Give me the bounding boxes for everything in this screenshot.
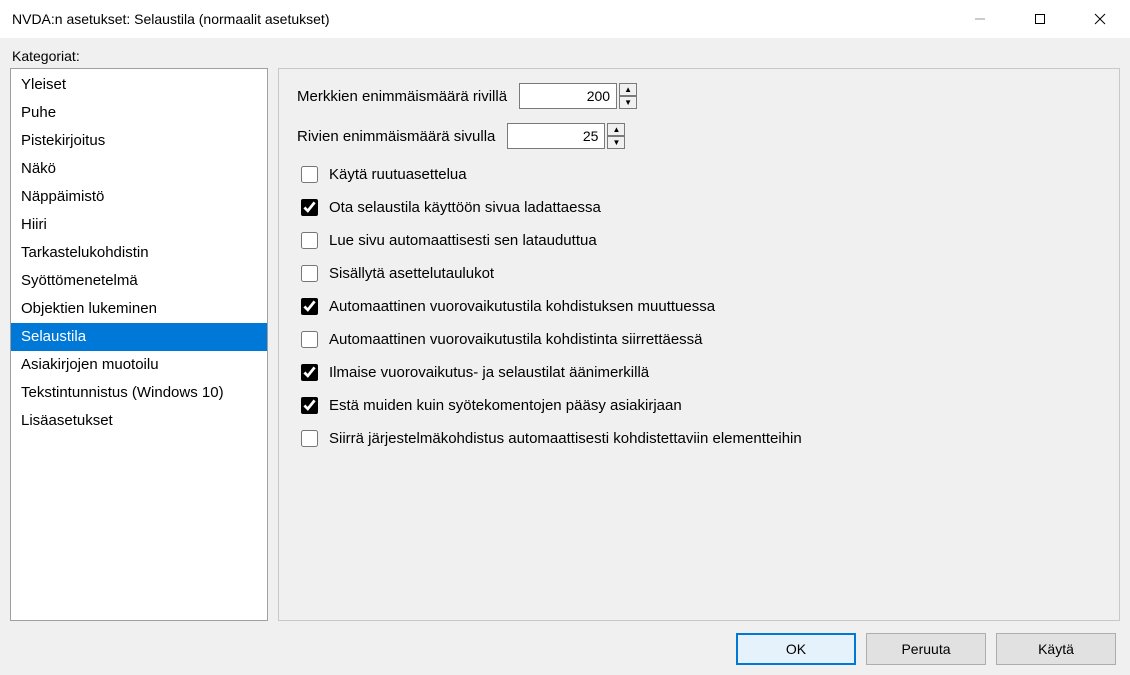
checkbox-row: Sisällytä asettelutaulukot [297, 262, 1101, 285]
max-rows-row: Rivien enimmäismäärä sivulla ▲ ▼ [297, 123, 1101, 149]
max-chars-row: Merkkien enimmäismäärä rivillä ▲ ▼ [297, 83, 1101, 109]
checkbox-row: Käytä ruutuasettelua [297, 163, 1101, 186]
titlebar: NVDA:n asetukset: Selaustila (normaalit … [0, 0, 1130, 38]
checkbox[interactable] [301, 364, 318, 381]
max-chars-down[interactable]: ▼ [619, 96, 637, 109]
window-title: NVDA:n asetukset: Selaustila (normaalit … [12, 11, 329, 27]
category-item[interactable]: Syöttömenetelmä [11, 267, 267, 295]
checkbox-label: Siirrä järjestelmäkohdistus automaattise… [329, 430, 802, 447]
checkbox-row: Automaattinen vuorovaikutustila kohdistu… [297, 295, 1101, 318]
checkbox-label: Ota selaustila käyttöön sivua ladattaess… [329, 199, 601, 216]
max-rows-up[interactable]: ▲ [607, 123, 625, 136]
max-chars-input[interactable] [519, 83, 617, 109]
category-item[interactable]: Tekstintunnistus (Windows 10) [11, 379, 267, 407]
maximize-button[interactable] [1010, 0, 1070, 38]
category-item[interactable]: Asiakirjojen muotoilu [11, 351, 267, 379]
checkbox-row: Ilmaise vuorovaikutus- ja selaustilat ää… [297, 361, 1101, 384]
button-bar: OK Peruuta Käytä [10, 621, 1120, 665]
category-item[interactable]: Objektien lukeminen [11, 295, 267, 323]
checkbox-row: Lue sivu automaattisesti sen latauduttua [297, 229, 1101, 252]
settings-panel: Merkkien enimmäismäärä rivillä ▲ ▼ Rivie… [278, 68, 1120, 621]
checkbox[interactable] [301, 430, 318, 447]
checkbox[interactable] [301, 166, 318, 183]
checkbox[interactable] [301, 331, 318, 348]
max-chars-spinner: ▲ ▼ [519, 83, 637, 109]
max-rows-spinner: ▲ ▼ [507, 123, 625, 149]
cancel-button[interactable]: Peruuta [866, 633, 986, 665]
categories-label: Kategoriat: [12, 48, 1120, 64]
max-rows-label: Rivien enimmäismäärä sivulla [297, 128, 495, 145]
max-rows-input[interactable] [507, 123, 605, 149]
checkbox-label: Automaattinen vuorovaikutustila kohdistu… [329, 298, 715, 315]
checkbox-label: Sisällytä asettelutaulukot [329, 265, 494, 282]
category-item[interactable]: Pistekirjoitus [11, 127, 267, 155]
max-chars-label: Merkkien enimmäismäärä rivillä [297, 88, 507, 105]
max-rows-down[interactable]: ▼ [607, 136, 625, 149]
checkbox[interactable] [301, 199, 318, 216]
checkbox-label: Estä muiden kuin syötekomentojen pääsy a… [329, 397, 682, 414]
minimize-button[interactable] [950, 0, 1010, 38]
checkbox[interactable] [301, 397, 318, 414]
checkbox-row: Ota selaustila käyttöön sivua ladattaess… [297, 196, 1101, 219]
checkbox[interactable] [301, 298, 318, 315]
category-item[interactable]: Hiiri [11, 211, 267, 239]
checkbox-label: Käytä ruutuasettelua [329, 166, 467, 183]
category-list[interactable]: YleisetPuhePistekirjoitusNäköNäppäimistö… [10, 68, 268, 621]
category-item[interactable]: Selaustila [11, 323, 267, 351]
client-area: Kategoriat: YleisetPuhePistekirjoitusNäk… [0, 38, 1130, 675]
ok-button[interactable]: OK [736, 633, 856, 665]
category-item[interactable]: Lisäasetukset [11, 407, 267, 435]
category-item[interactable]: Yleiset [11, 71, 267, 99]
category-item[interactable]: Tarkastelukohdistin [11, 239, 267, 267]
category-item[interactable]: Näppäimistö [11, 183, 267, 211]
checkbox[interactable] [301, 232, 318, 249]
checkbox-row: Estä muiden kuin syötekomentojen pääsy a… [297, 394, 1101, 417]
max-chars-up[interactable]: ▲ [619, 83, 637, 96]
checkbox-row: Siirrä järjestelmäkohdistus automaattise… [297, 427, 1101, 450]
checkbox-row: Automaattinen vuorovaikutustila kohdisti… [297, 328, 1101, 351]
category-item[interactable]: Näkö [11, 155, 267, 183]
checkbox-label: Lue sivu automaattisesti sen latauduttua [329, 232, 597, 249]
close-button[interactable] [1070, 0, 1130, 38]
checkbox-label: Automaattinen vuorovaikutustila kohdisti… [329, 331, 703, 348]
apply-button[interactable]: Käytä [996, 633, 1116, 665]
titlebar-buttons [950, 0, 1130, 38]
panels: YleisetPuhePistekirjoitusNäköNäppäimistö… [10, 68, 1120, 621]
checkbox[interactable] [301, 265, 318, 282]
checkbox-label: Ilmaise vuorovaikutus- ja selaustilat ää… [329, 364, 649, 381]
category-item[interactable]: Puhe [11, 99, 267, 127]
